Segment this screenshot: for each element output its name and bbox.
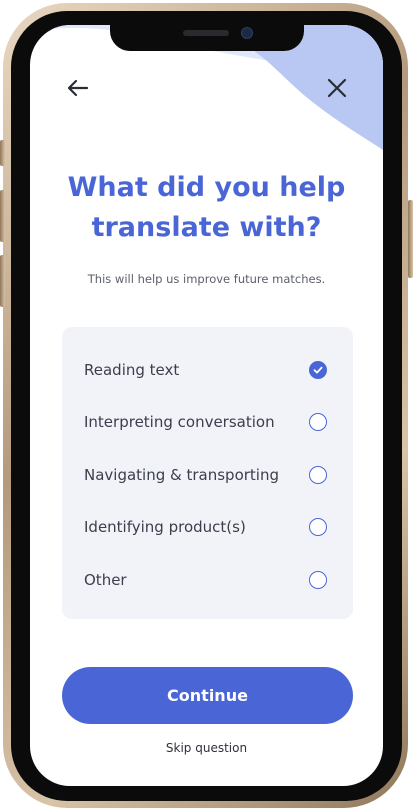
- power-button: [408, 200, 413, 278]
- option-label: Interpreting conversation: [84, 413, 275, 431]
- volume-up-button: [0, 190, 5, 242]
- close-icon: [327, 78, 347, 98]
- option-navigating-transporting[interactable]: Navigating & transporting: [62, 455, 353, 495]
- option-reading-text[interactable]: Reading text: [62, 350, 353, 390]
- radio-button[interactable]: [309, 466, 327, 484]
- speaker-grille: [183, 30, 229, 36]
- option-identifying-products[interactable]: Identifying product(s): [62, 507, 353, 547]
- close-button[interactable]: [322, 73, 352, 103]
- option-label: Reading text: [84, 361, 180, 379]
- options-card: Reading text Interpreting conversation N…: [62, 327, 353, 619]
- radio-button[interactable]: [309, 518, 327, 536]
- continue-button[interactable]: Continue: [62, 667, 353, 724]
- front-camera: [241, 27, 253, 39]
- radio-button[interactable]: [309, 413, 327, 431]
- mute-switch: [0, 140, 5, 166]
- radio-button[interactable]: [309, 361, 327, 379]
- phone-mockup: What did you help translate with? This w…: [0, 0, 413, 812]
- radio-button[interactable]: [309, 571, 327, 589]
- option-label: Navigating & transporting: [84, 466, 279, 484]
- volume-down-button: [0, 255, 5, 307]
- option-label: Identifying product(s): [84, 518, 246, 536]
- app-screen: What did you help translate with? This w…: [30, 25, 383, 786]
- checkmark-icon: [313, 366, 323, 374]
- skip-question-link[interactable]: Skip question: [30, 741, 383, 755]
- option-interpreting-conversation[interactable]: Interpreting conversation: [62, 402, 353, 442]
- back-button[interactable]: [63, 73, 93, 103]
- page-title: What did you help translate with?: [67, 172, 346, 243]
- notch: [110, 25, 304, 51]
- option-label: Other: [84, 571, 127, 589]
- option-other[interactable]: Other: [62, 560, 353, 600]
- arrow-left-icon: [67, 79, 89, 97]
- page-subtitle: This will help us improve future matches…: [87, 272, 326, 286]
